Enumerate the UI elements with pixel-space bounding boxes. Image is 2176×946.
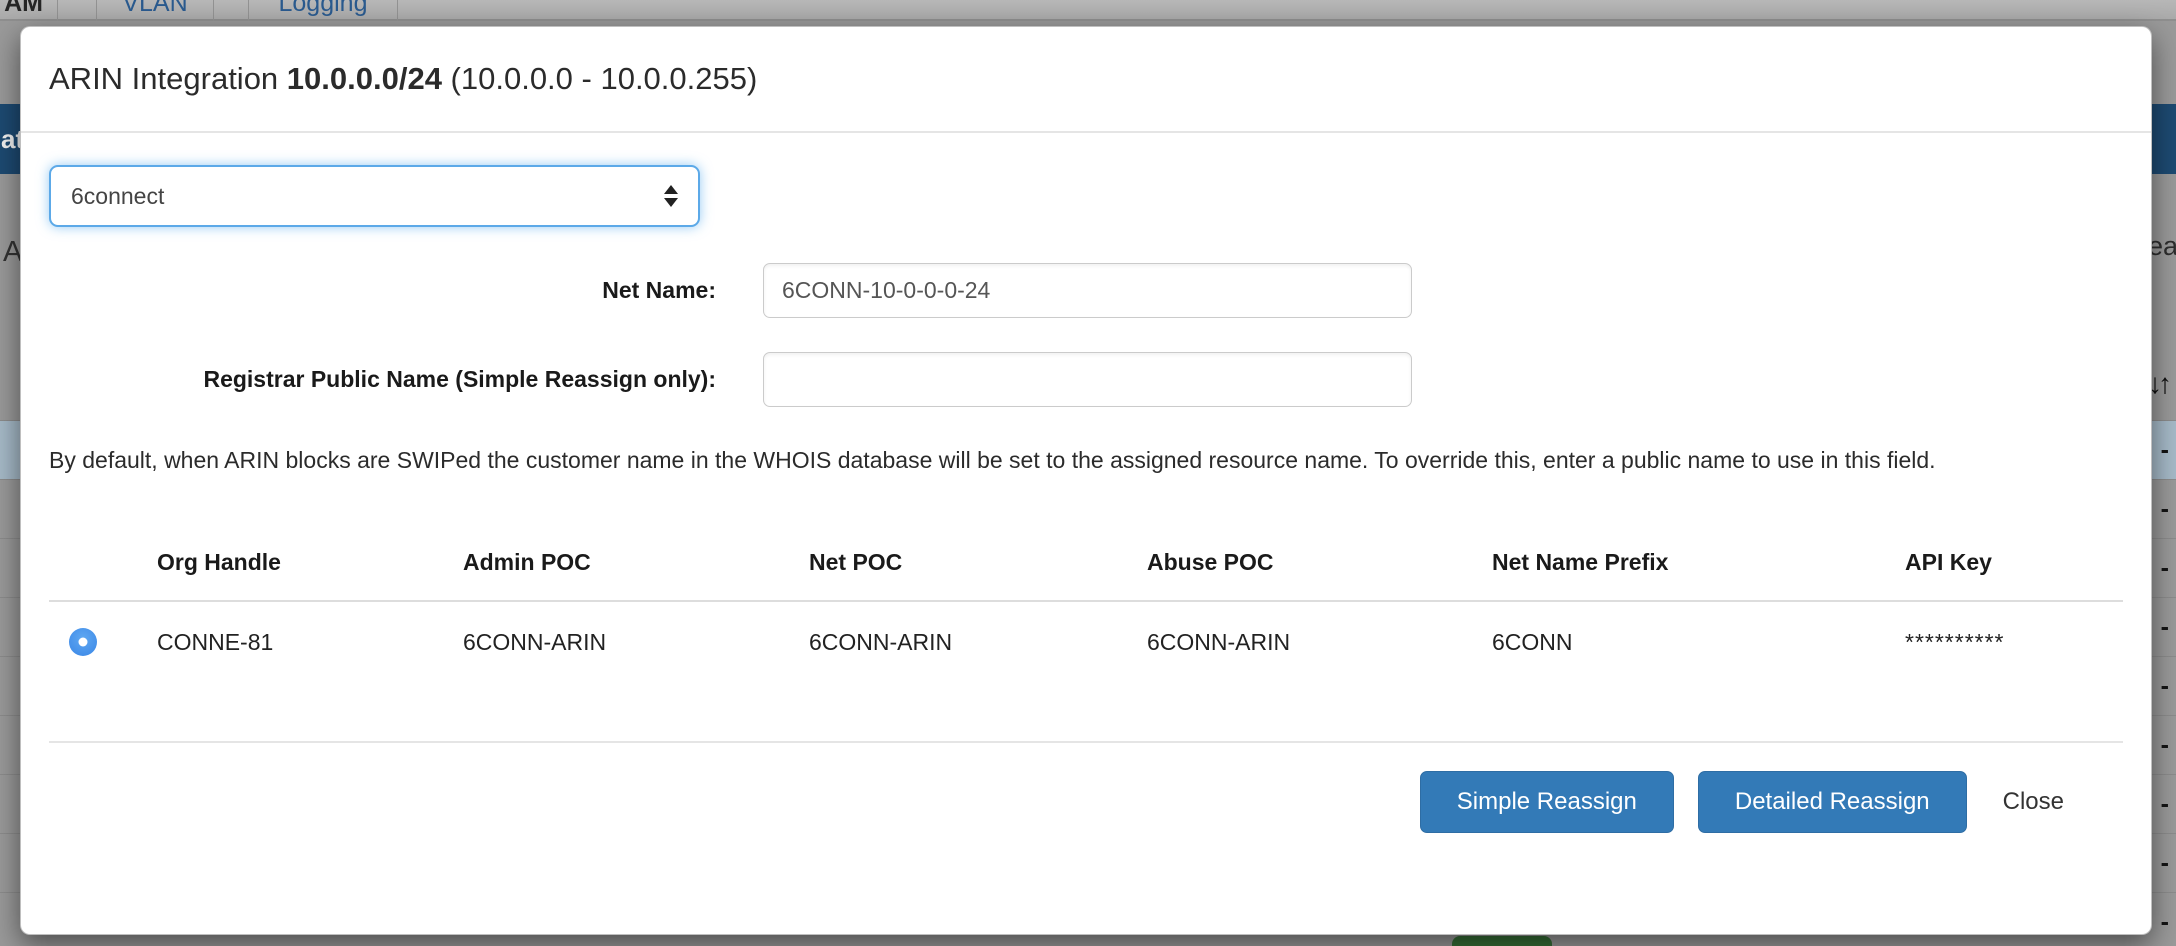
integration-select-value: 6connect bbox=[71, 183, 664, 210]
cell-net-poc: 6CONN-ARIN bbox=[809, 603, 1147, 686]
modal-title-cidr: 10.0.0.0/24 bbox=[287, 61, 442, 96]
modal-title-prefix: ARIN Integration bbox=[49, 61, 287, 96]
swip-description-text: By default, when ARIN blocks are SWIPed … bbox=[49, 441, 2079, 479]
net-name-label: Net Name: bbox=[49, 277, 716, 304]
cell-api-key-masked: ********** bbox=[1905, 603, 2123, 686]
column-header-admin-poc: Admin POC bbox=[463, 535, 809, 600]
column-header-net-name-prefix: Net Name Prefix bbox=[1492, 535, 1905, 600]
cell-abuse-poc: 6CONN-ARIN bbox=[1147, 603, 1492, 686]
cell-admin-poc: 6CONN-ARIN bbox=[463, 603, 809, 686]
cell-org-handle: CONNE-81 bbox=[157, 603, 463, 686]
background-green-button-fragment bbox=[1452, 936, 1552, 946]
tab-logging[interactable]: Logging bbox=[248, 0, 398, 21]
radio-column-header bbox=[49, 535, 157, 600]
org-table: Org Handle Admin POC Net POC Abuse POC N… bbox=[49, 535, 2123, 686]
registrar-public-name-input[interactable] bbox=[763, 352, 1412, 407]
modal-header: ARIN Integration 10.0.0.0/24 (10.0.0.0 -… bbox=[21, 27, 2151, 133]
detailed-reassign-button[interactable]: Detailed Reassign bbox=[1698, 771, 1967, 833]
column-header-net-poc: Net POC bbox=[809, 535, 1147, 600]
registrar-public-name-label: Registrar Public Name (Simple Reassign o… bbox=[49, 366, 716, 393]
select-updown-arrows-icon bbox=[664, 185, 678, 207]
integration-select[interactable]: 6connect bbox=[49, 165, 700, 227]
modal-title-range: (10.0.0.0 - 10.0.0.255) bbox=[442, 61, 757, 96]
simple-reassign-button[interactable]: Simple Reassign bbox=[1420, 771, 1674, 833]
org-table-header: Org Handle Admin POC Net POC Abuse POC N… bbox=[49, 535, 2123, 602]
cell-net-name-prefix: 6CONN bbox=[1492, 603, 1905, 686]
modal-body: 6connect Net Name: Registrar Public Name… bbox=[21, 133, 2151, 833]
column-header-abuse-poc: Abuse POC bbox=[1147, 535, 1492, 600]
arin-integration-modal: ARIN Integration 10.0.0.0/24 (10.0.0.0 -… bbox=[20, 26, 2152, 935]
tab-am[interactable]: AM bbox=[0, 0, 58, 21]
net-name-input[interactable] bbox=[763, 263, 1412, 318]
column-header-org-handle: Org Handle bbox=[157, 535, 463, 600]
net-name-row: Net Name: bbox=[49, 263, 2123, 318]
modal-footer: Simple Reassign Detailed Reassign Close bbox=[49, 741, 2123, 833]
registrar-public-name-row: Registrar Public Name (Simple Reassign o… bbox=[49, 352, 2123, 407]
background-right-text-fragment: ea bbox=[2148, 231, 2176, 262]
tab-vlan[interactable]: VLAN bbox=[96, 0, 214, 21]
close-button[interactable]: Close bbox=[2003, 788, 2064, 816]
modal-title: ARIN Integration 10.0.0.0/24 (10.0.0.0 -… bbox=[49, 57, 2123, 101]
column-header-api-key: API Key bbox=[1905, 535, 2123, 600]
table-row: CONNE-81 6CONN-ARIN 6CONN-ARIN 6CONN-ARI… bbox=[49, 602, 2123, 686]
org-select-radio[interactable] bbox=[69, 628, 97, 656]
form-rows: Net Name: Registrar Public Name (Simple … bbox=[49, 263, 2123, 407]
